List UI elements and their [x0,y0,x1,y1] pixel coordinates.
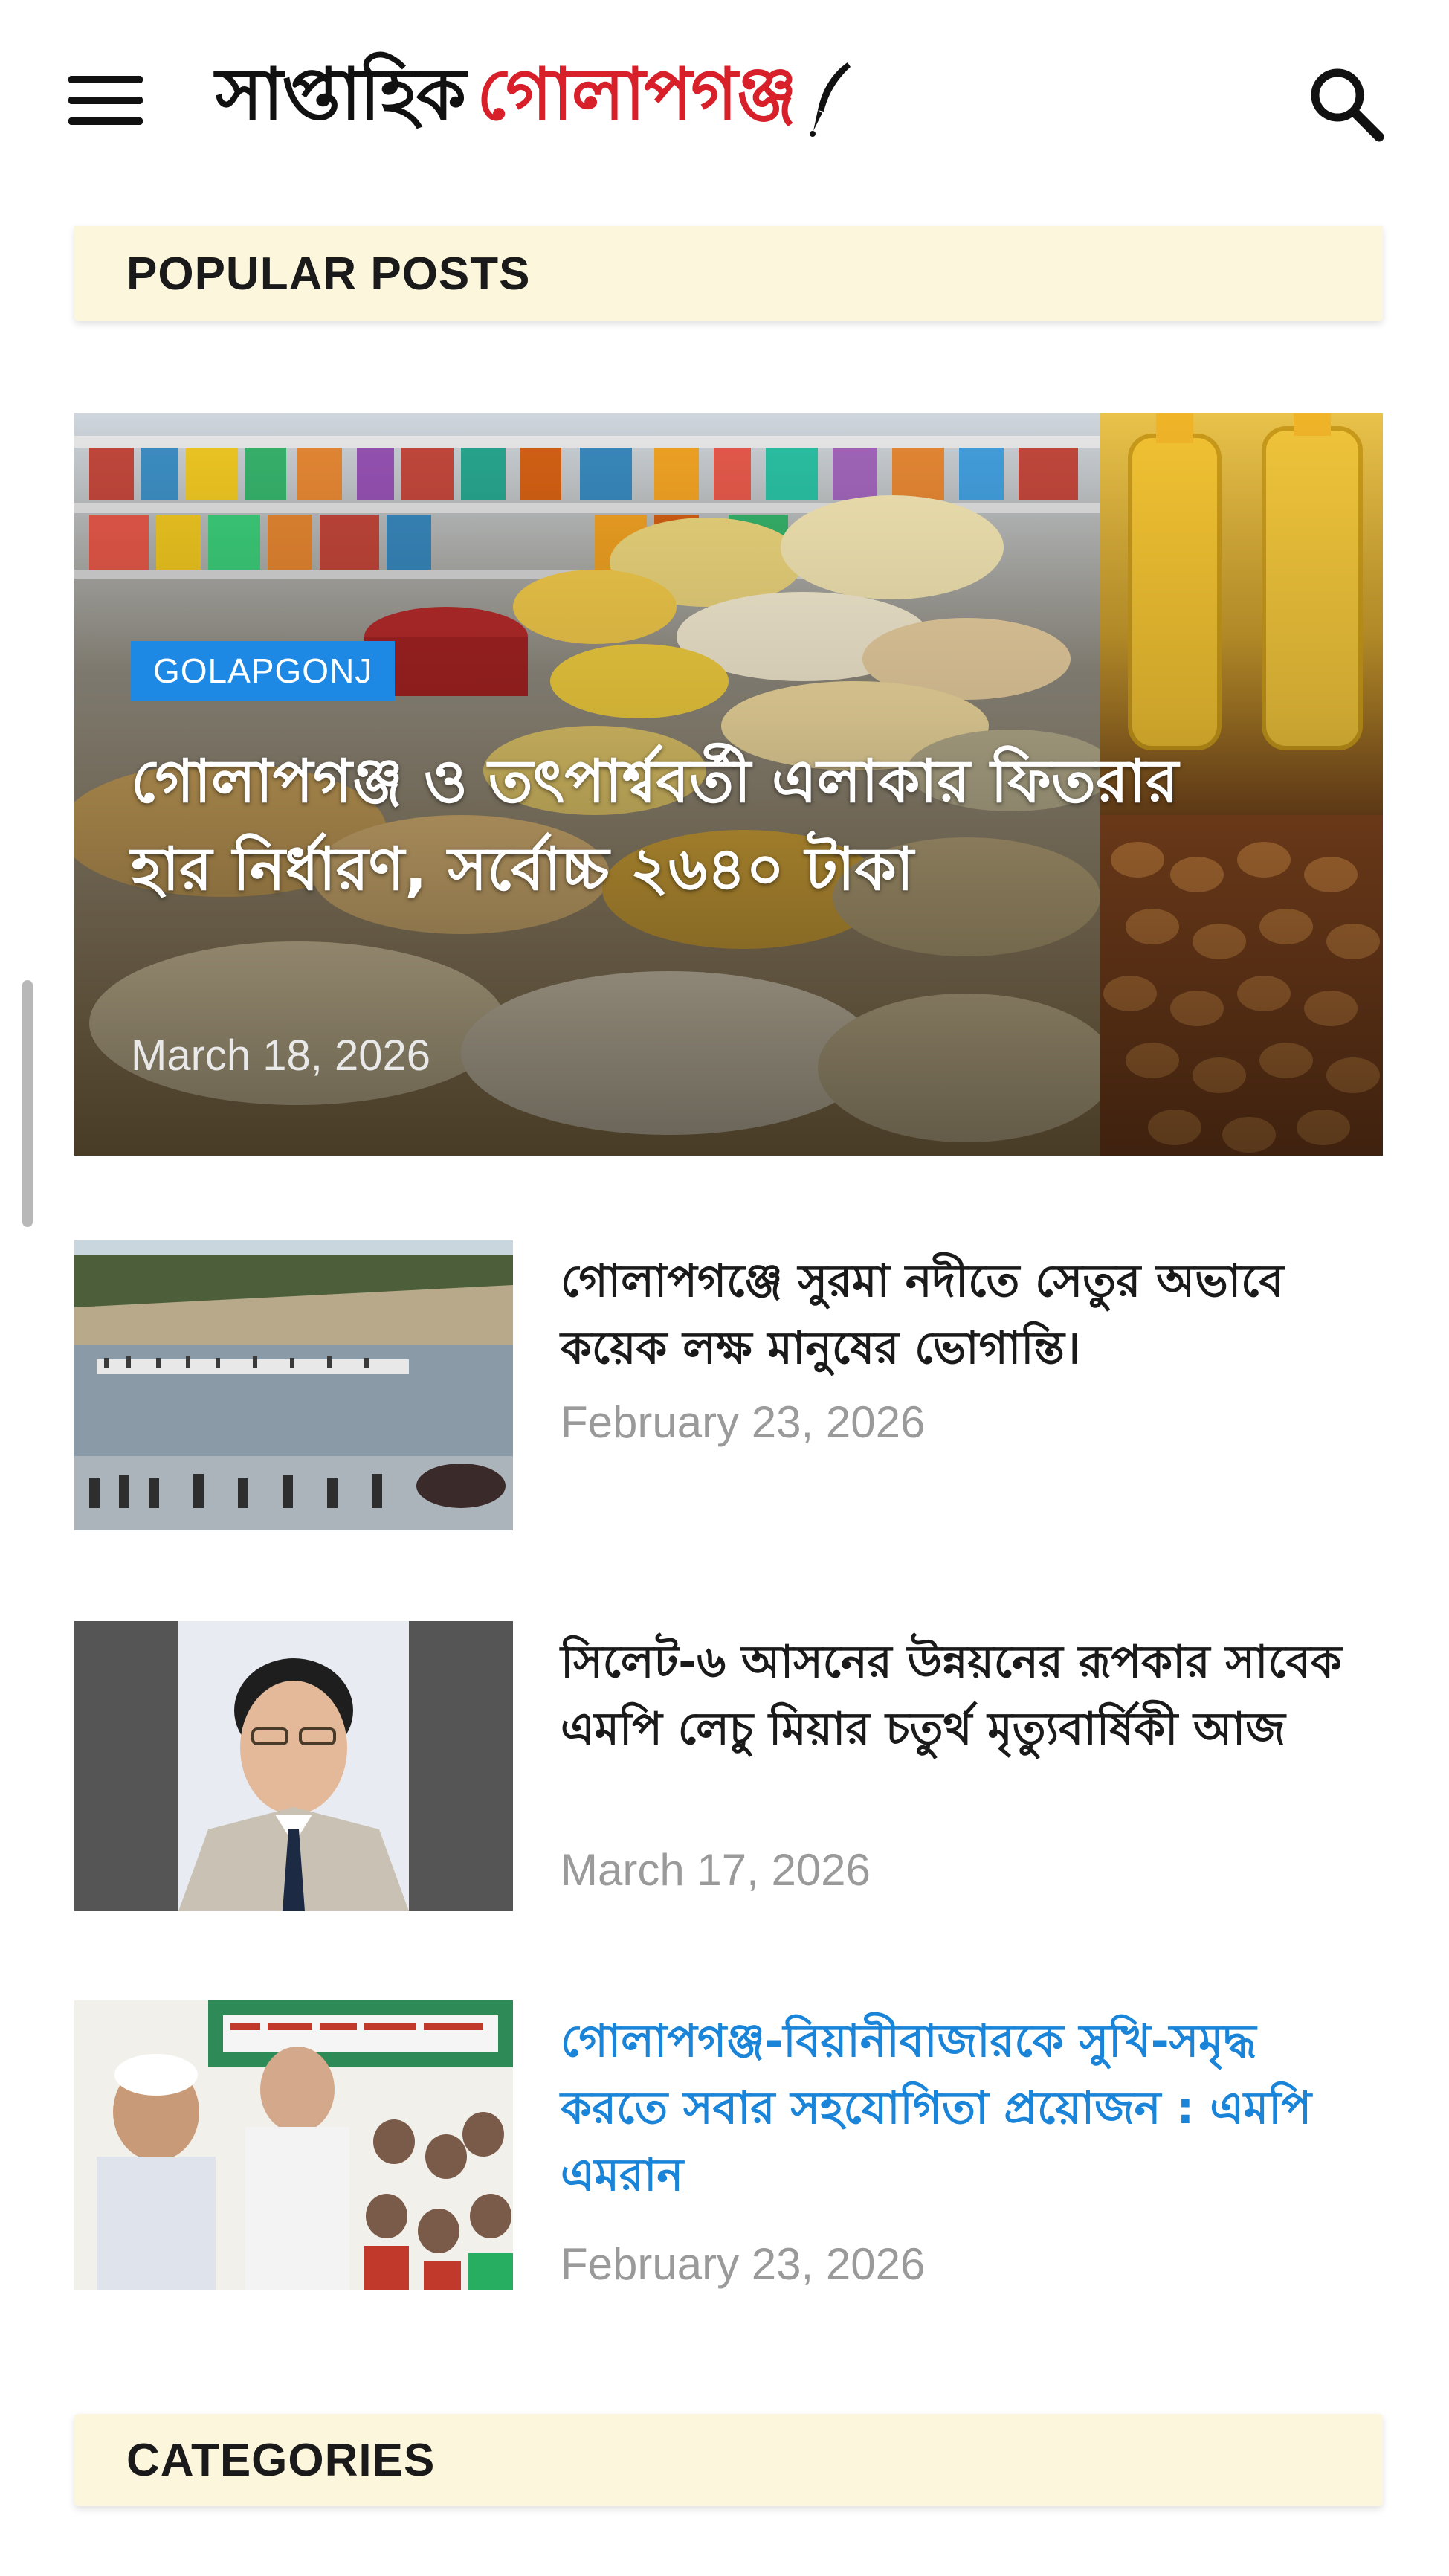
hamburger-menu-icon[interactable] [68,71,146,129]
categories-header: CATEGORIES [74,2414,1383,2506]
section-title: CATEGORIES [126,2434,436,2486]
site-header: সাপ্তাহিক গোলাপগঞ্জ [0,0,1449,223]
post-title[interactable]: সিলেট-৬ আসনের উন্নয়নের রূপকার সাবেক এমপ… [561,1629,1378,1762]
scrollbar-thumb[interactable] [22,980,33,1227]
post-date: February 23, 2026 [561,1397,926,1447]
featured-post[interactable]: GOLAPGONJ গোলাপগঞ্জ ও তৎপার্শ্ববর্তী এলা… [74,413,1383,1156]
post-thumbnail[interactable] [74,2000,513,2290]
post-date: February 23, 2026 [561,2239,926,2289]
post-thumbnail[interactable] [74,1240,513,1530]
quill-pen-icon [810,62,851,137]
post-item[interactable]: সিলেট-৬ আসনের উন্নয়নের রূপকার সাবেক এমপ… [74,1621,1383,1911]
post-item[interactable]: গোলাপগঞ্জ-বিয়ানীবাজারকে সুখি-সমৃদ্ধ করত… [74,2000,1383,2290]
popular-posts-header: POPULAR POSTS [74,226,1383,321]
post-title[interactable]: গোলাপগঞ্জে সুরমা নদীতে সেতুর অভাবে কয়েক… [561,1248,1378,1382]
post-item[interactable]: গোলাপগঞ্জে সুরমা নদীতে সেতুর অভাবে কয়েক… [74,1240,1383,1530]
featured-date: March 18, 2026 [131,1031,431,1080]
logo-text-golapganj: গোলাপগঞ্জ [477,51,797,136]
category-badge[interactable]: GOLAPGONJ [131,641,396,701]
post-title[interactable]: গোলাপগঞ্জ-বিয়ানীবাজারকে সুখি-সমৃদ্ধ করত… [561,2008,1378,2209]
section-title: POPULAR POSTS [126,248,531,300]
logo-text-weekly: সাপ্তাহিক [216,51,466,136]
featured-title[interactable]: গোলাপগঞ্জ ও তৎপার্শ্ববর্তী এলাকার ফিতরার… [131,738,1231,913]
site-logo[interactable]: সাপ্তাহিক গোলাপগঞ্জ [216,43,858,155]
post-thumbnail[interactable] [74,1621,513,1911]
search-icon[interactable] [1305,62,1387,144]
post-date: March 17, 2026 [561,1845,871,1895]
